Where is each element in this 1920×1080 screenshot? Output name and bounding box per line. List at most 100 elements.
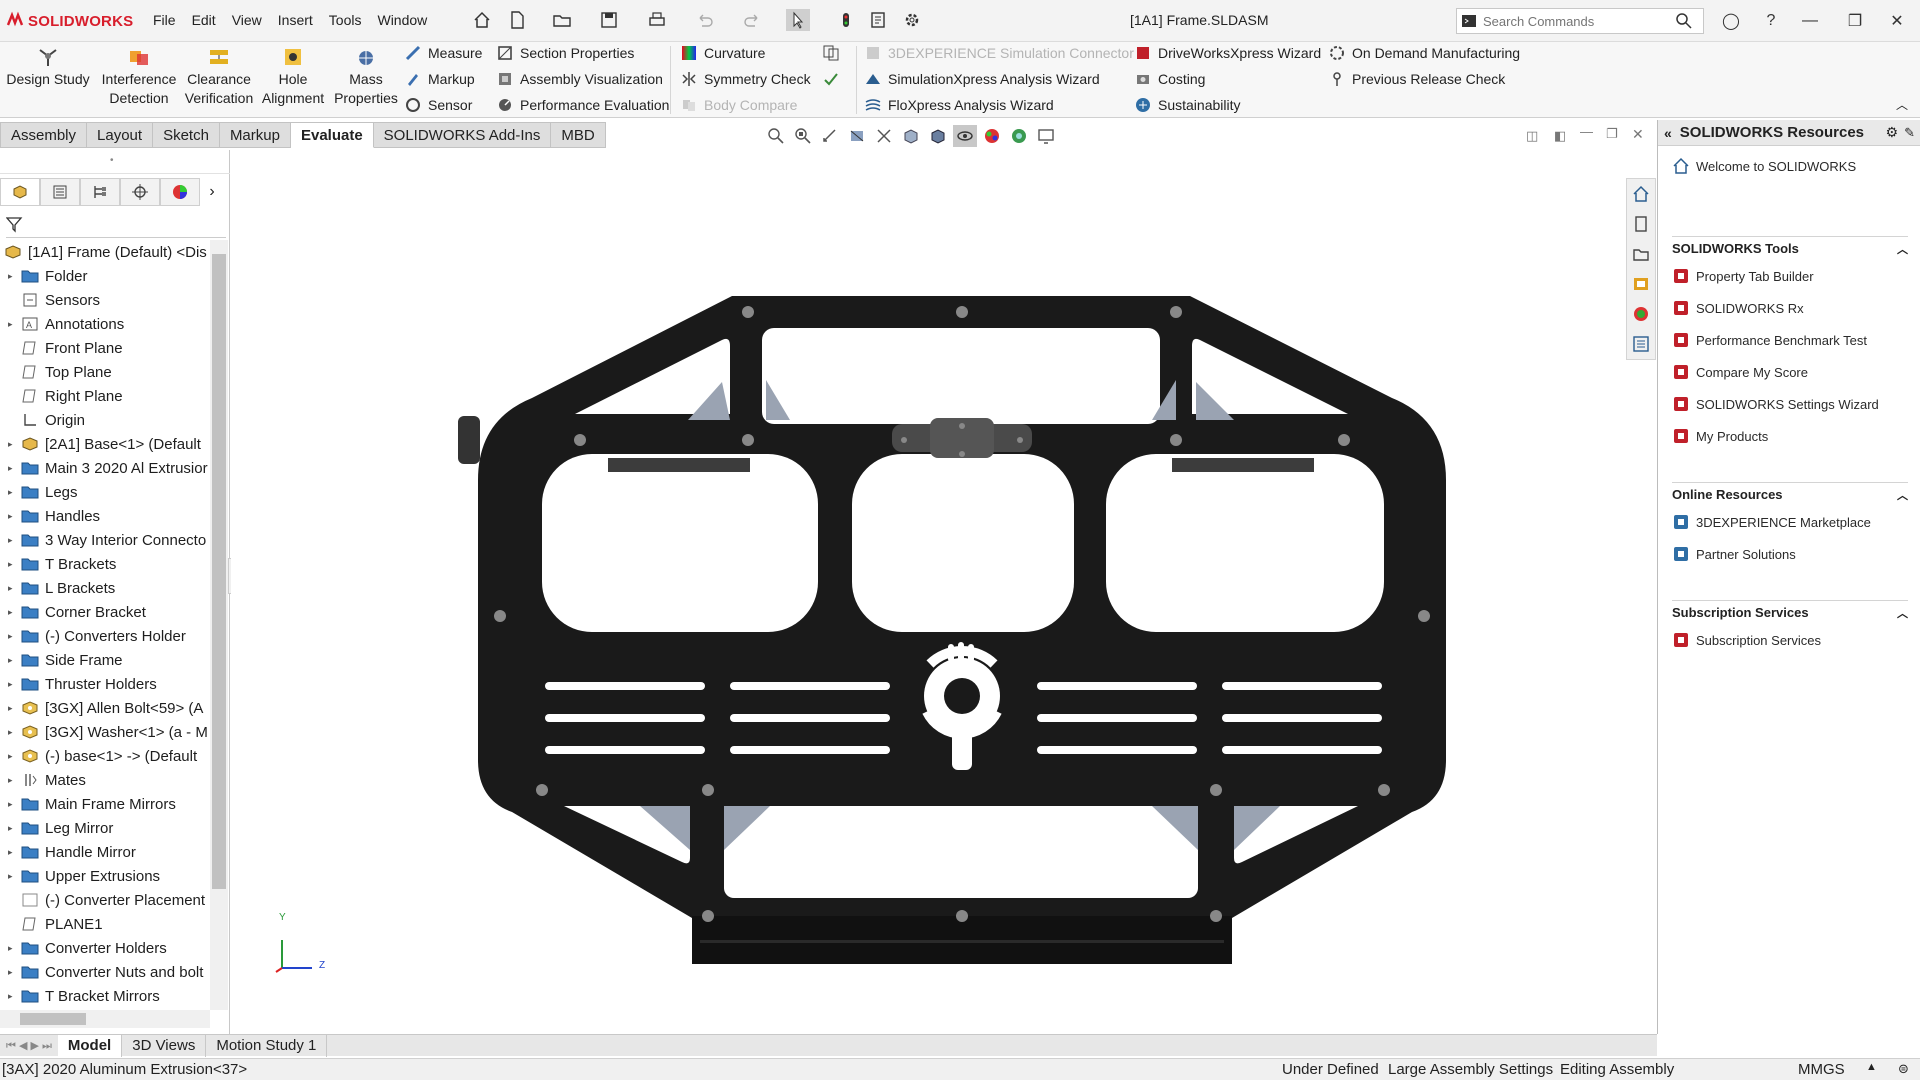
expand-arrow-icon[interactable]: ▸	[8, 847, 18, 858]
expand-arrow-icon[interactable]: ▸	[8, 679, 18, 690]
tab-scroll-arrows-icon[interactable]: ⏮ ◀ ▶ ⏭	[0, 1039, 58, 1053]
expand-arrow-icon[interactable]: ▸	[8, 559, 18, 570]
on-demand-manufacturing-button[interactable]: On Demand Manufacturing	[1328, 42, 1520, 64]
select-cursor-icon[interactable]	[786, 9, 810, 31]
tree-item[interactable]: ▸ Converter Holders	[0, 936, 210, 960]
expand-arrow-icon[interactable]: ▸	[8, 703, 18, 714]
tree-vertical-scrollbar[interactable]	[210, 240, 228, 1010]
tree-horizontal-scrollbar[interactable]	[0, 1010, 210, 1028]
collapse-chevron-icon[interactable]: ︿	[1897, 487, 1908, 503]
interference-detection-button[interactable]: Interference Detection	[100, 46, 178, 108]
search-icon[interactable]	[1675, 12, 1693, 30]
tree-item[interactable]: ▸ L Brackets	[0, 576, 210, 600]
expand-arrow-icon[interactable]: ▸	[8, 535, 18, 546]
resource-link[interactable]: Compare My Score	[1672, 356, 1908, 388]
display-manager-tab[interactable]	[160, 178, 200, 206]
hide-show-items-icon[interactable]	[953, 125, 977, 147]
tab-sketch[interactable]: Sketch	[153, 122, 220, 148]
help-icon[interactable]: ?	[1758, 8, 1784, 34]
collapse-chevron-icon[interactable]: ︿	[1897, 605, 1908, 621]
new-document-icon[interactable]	[505, 9, 529, 31]
performance-evaluation-button[interactable]: Performance Evaluation	[496, 94, 669, 116]
configuration-manager-tab[interactable]	[80, 178, 120, 206]
apply-scene-icon[interactable]	[1007, 125, 1031, 147]
tree-item[interactable]: ▸ Handles	[0, 504, 210, 528]
body-compare-button[interactable]: Body Compare	[680, 94, 797, 116]
rebuild-icon[interactable]	[834, 9, 858, 31]
large-assembly-settings[interactable]: Large Assembly Settings	[1388, 1061, 1553, 1078]
edit-appearance-icon[interactable]	[980, 125, 1004, 147]
expand-arrow-icon[interactable]: ▸	[8, 871, 18, 882]
expand-arrow-icon[interactable]: ▸	[8, 751, 18, 762]
viewport-split-icon[interactable]: ◧	[1554, 128, 1566, 144]
compare-documents-button[interactable]	[822, 42, 846, 64]
tree-item[interactable]: ▸ Main Frame Mirrors	[0, 792, 210, 816]
sustainability-button[interactable]: Sustainability	[1134, 94, 1241, 116]
tab-solidworks-add-ins[interactable]: SOLIDWORKS Add-Ins	[373, 122, 552, 148]
tree-item[interactable]: (-) Converter Placement	[0, 888, 210, 912]
tree-item[interactable]: ▸ 3 Way Interior Connecto	[0, 528, 210, 552]
expand-arrow-icon[interactable]: ▸	[8, 439, 18, 450]
section-view-icon[interactable]	[845, 125, 869, 147]
previous-release-check-button[interactable]: Previous Release Check	[1328, 68, 1505, 90]
expand-arrow-icon[interactable]: ▸	[8, 631, 18, 642]
menu-file[interactable]: File	[145, 12, 184, 28]
expand-arrow-icon[interactable]: ▸	[8, 991, 18, 1002]
expand-arrow-icon[interactable]: ▸	[8, 799, 18, 810]
expand-arrow-icon[interactable]: ▸	[8, 607, 18, 618]
tree-item[interactable]: ▸ Side Frame	[0, 648, 210, 672]
expand-arrow-icon[interactable]: ▸	[8, 271, 18, 282]
menu-window[interactable]: Window	[369, 12, 435, 28]
more-panels-chevron-icon[interactable]: ›	[200, 178, 224, 206]
tree-item[interactable]: Top Plane	[0, 360, 210, 384]
options-gear-icon[interactable]	[900, 9, 924, 31]
simulationxpress-button[interactable]: SimulationXpress Analysis Wizard	[864, 68, 1100, 90]
clearance-verification-button[interactable]: Clearance Verification	[180, 46, 258, 108]
tree-item[interactable]: ▸ Leg Mirror	[0, 816, 210, 840]
expand-arrow-icon[interactable]: ▸	[8, 967, 18, 978]
tree-item[interactable]: ▸ Thruster Holders	[0, 672, 210, 696]
expand-arrow-icon[interactable]: ▸	[8, 511, 18, 522]
appearances-icon[interactable]	[1627, 299, 1655, 329]
measure-button[interactable]: Measure	[404, 42, 482, 64]
menu-tools[interactable]: Tools	[321, 12, 370, 28]
panel-grip[interactable]: •	[0, 150, 230, 174]
expand-arrow-icon[interactable]: ▸	[8, 463, 18, 474]
tab-evaluate[interactable]: Evaluate	[290, 122, 374, 148]
resource-link[interactable]: Performance Benchmark Test	[1672, 324, 1908, 356]
solidworks-logo[interactable]: SOLIDWORKS	[6, 11, 133, 30]
tree-item[interactable]: Right Plane	[0, 384, 210, 408]
search-input[interactable]	[1483, 13, 1663, 29]
bottom-tab-motion-study-1[interactable]: Motion Study 1	[206, 1034, 328, 1057]
view-palette-icon[interactable]	[1627, 269, 1655, 299]
tree-filter[interactable]	[5, 212, 226, 238]
open-folder-icon[interactable]	[550, 9, 574, 31]
resource-link[interactable]: Subscription Services	[1672, 624, 1908, 656]
tree-item[interactable]: ▸ [2A1] Base<1> (Default	[0, 432, 210, 456]
tree-item[interactable]: ▸ Handle Mirror	[0, 840, 210, 864]
dynamic-annotation-icon[interactable]	[872, 125, 896, 147]
redo-icon[interactable]	[740, 9, 764, 31]
tab-layout[interactable]: Layout	[87, 122, 154, 148]
tree-item[interactable]: PLANE1	[0, 912, 210, 936]
menu-edit[interactable]: Edit	[184, 12, 224, 28]
collapse-chevron-icon[interactable]: ︿	[1897, 241, 1908, 257]
menu-insert[interactable]: Insert	[270, 12, 321, 28]
minimize-button[interactable]: —	[1797, 8, 1823, 34]
property-manager-tab[interactable]	[40, 178, 80, 206]
pane-settings-icon[interactable]: ⚙	[1886, 124, 1899, 141]
home-icon[interactable]	[470, 9, 494, 31]
floxpress-button[interactable]: FloXpress Analysis Wizard	[864, 94, 1054, 116]
assembly-visualization-button[interactable]: Assembly Visualization	[496, 68, 663, 90]
tree-item[interactable]: ▸ Corner Bracket	[0, 600, 210, 624]
tree-item[interactable]: ▸ Mates	[0, 768, 210, 792]
tree-item[interactable]: Front Plane	[0, 336, 210, 360]
driveworksxpress-button[interactable]: DriveWorksXpress Wizard	[1134, 42, 1321, 64]
file-properties-icon[interactable]	[866, 9, 890, 31]
mass-properties-button[interactable]: Mass Properties	[332, 46, 400, 108]
sensor-button[interactable]: Sensor	[404, 94, 472, 116]
tree-item[interactable]: ▸ A Annotations	[0, 312, 210, 336]
section-title[interactable]: Subscription Services ︿	[1672, 600, 1908, 624]
display-style-icon[interactable]	[926, 125, 950, 147]
close-button[interactable]: ✕	[1884, 8, 1910, 34]
